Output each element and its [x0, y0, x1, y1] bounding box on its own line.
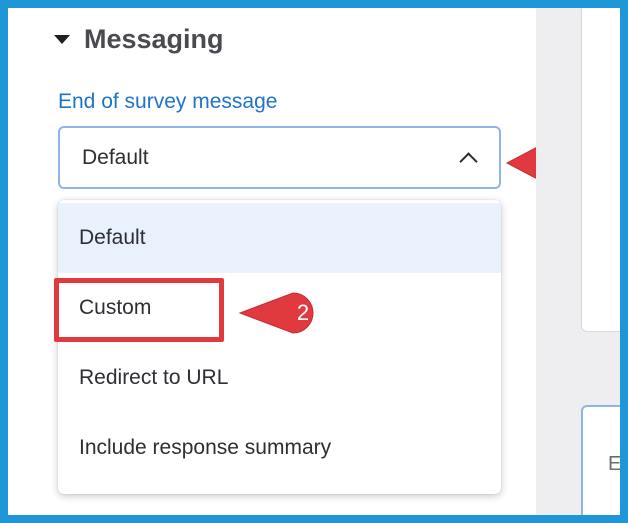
option-label: Default	[79, 226, 146, 249]
option-custom[interactable]: Custom	[58, 273, 501, 343]
end-of-survey-select[interactable]: Default	[58, 126, 501, 189]
option-label: Redirect to URL	[79, 366, 229, 389]
option-label: Include response summary	[79, 436, 332, 459]
option-redirect-to-url[interactable]: Redirect to URL	[58, 343, 501, 413]
side-card	[581, 8, 620, 332]
side-card-input[interactable]: E	[581, 405, 622, 515]
messaging-section-toggle[interactable]: Messaging	[54, 24, 224, 54]
screenshot-frame: Messaging End of survey message Default …	[0, 0, 628, 523]
option-include-response-summary[interactable]: Include response summary	[58, 413, 501, 483]
chevron-up-icon	[459, 152, 478, 171]
select-current-value: Default	[82, 145, 149, 169]
caret-down-icon	[54, 34, 70, 44]
option-default[interactable]: Default	[58, 203, 501, 273]
section-title: Messaging	[84, 23, 224, 54]
end-of-survey-label: End of survey message	[58, 90, 278, 113]
option-label: Custom	[79, 296, 152, 319]
side-panel: E	[536, 8, 620, 515]
settings-panel: Messaging End of survey message Default …	[8, 8, 571, 515]
dropdown-menu: Default Custom Redirect to URL Include r…	[58, 200, 501, 494]
side-card-text: E	[608, 453, 622, 475]
